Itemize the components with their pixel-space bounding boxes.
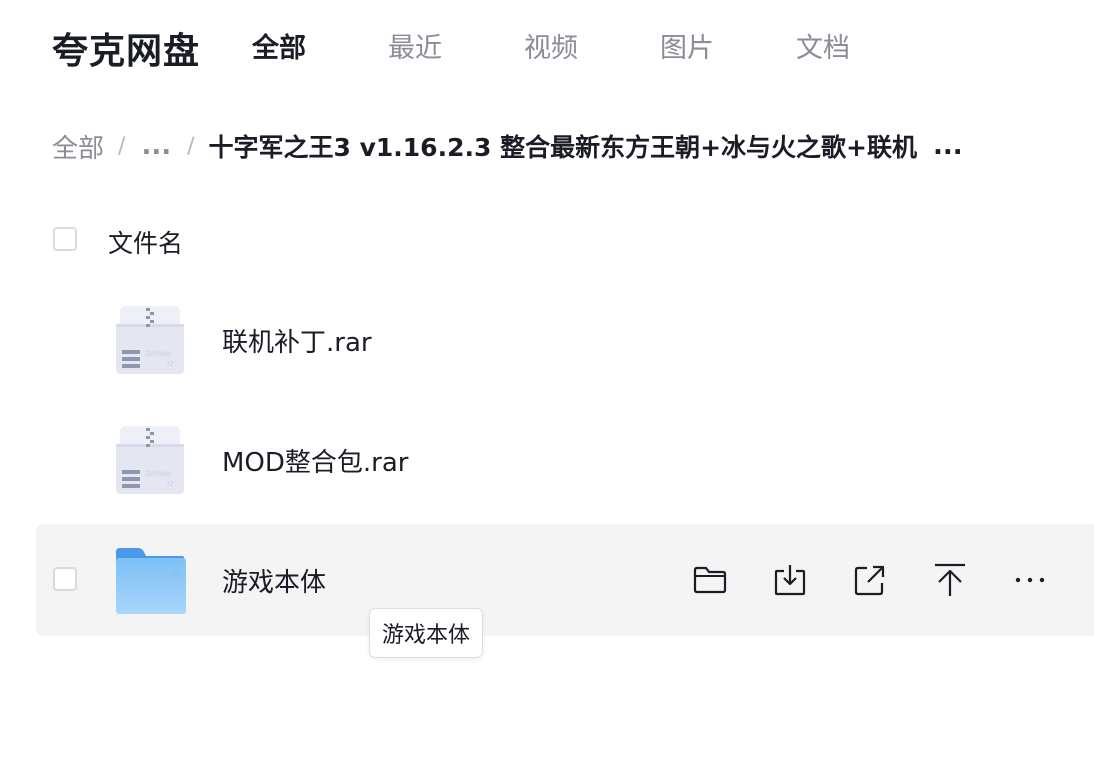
move-to-top-button[interactable] — [930, 560, 970, 600]
column-header-filename: 文件名 — [108, 229, 184, 258]
folder-icon — [116, 548, 186, 614]
zip-archive-icon: ZIP/RAR/ 7Z — [116, 306, 184, 374]
svg-text:7Z: 7Z — [166, 361, 174, 368]
breadcrumb-separator: / — [187, 133, 195, 159]
more-button[interactable] — [1010, 560, 1050, 600]
breadcrumb-root[interactable]: 全部 — [52, 128, 104, 165]
more-dots-icon — [1015, 577, 1045, 583]
pin-top-icon — [935, 563, 965, 596]
breadcrumb-overflow[interactable]: ... — [933, 131, 963, 161]
folder-outline-icon — [693, 566, 727, 594]
top-bar: 夸克网盘 全部 最近 视频 图片 文档 — [0, 0, 1094, 90]
file-row[interactable]: ZIP/RAR/ 7Z MOD整合包.rar — [36, 404, 1094, 516]
share-button[interactable] — [850, 560, 890, 600]
select-all-checkbox[interactable] — [53, 227, 77, 251]
file-row[interactable]: ZIP/RAR/ 7Z 联机补丁.rar — [36, 284, 1094, 396]
download-button[interactable] — [770, 560, 810, 600]
share-icon — [854, 565, 885, 596]
svg-text:7Z: 7Z — [166, 481, 174, 488]
folder-row[interactable]: 游戏本体 — [36, 524, 1094, 636]
row-checkbox[interactable] — [53, 567, 77, 591]
move-button[interactable] — [690, 560, 730, 600]
svg-text:ZIP/RAR/: ZIP/RAR/ — [146, 351, 173, 358]
tab-documents[interactable]: 文档 — [796, 26, 850, 65]
folder-name[interactable]: 游戏本体 — [222, 562, 326, 599]
tab-images[interactable]: 图片 — [660, 26, 714, 65]
tooltip: 游戏本体 — [369, 608, 484, 658]
zip-archive-icon: ZIP/RAR/ 7Z — [116, 426, 184, 494]
file-name[interactable]: MOD整合包.rar — [222, 442, 409, 479]
app-logo[interactable]: 夸克网盘 — [52, 22, 200, 74]
breadcrumb-current: 十字军之王3 v1.16.2.3 整合最新东方王朝+冰与火之歌+联机 — [208, 133, 917, 162]
svg-text:ZIP/RAR/: ZIP/RAR/ — [146, 471, 173, 478]
breadcrumb-separator: / — [118, 133, 126, 159]
download-icon — [774, 565, 806, 596]
tab-recent[interactable]: 最近 — [388, 26, 442, 65]
tab-video[interactable]: 视频 — [524, 26, 578, 65]
breadcrumb: 全部 / ... / 十字军之王3 v1.16.2.3 整合最新东方王朝+冰与火… — [52, 126, 963, 166]
file-name[interactable]: 联机补丁.rar — [222, 322, 372, 359]
breadcrumb-collapsed[interactable]: ... — [141, 131, 171, 161]
tab-all[interactable]: 全部 — [252, 26, 306, 65]
